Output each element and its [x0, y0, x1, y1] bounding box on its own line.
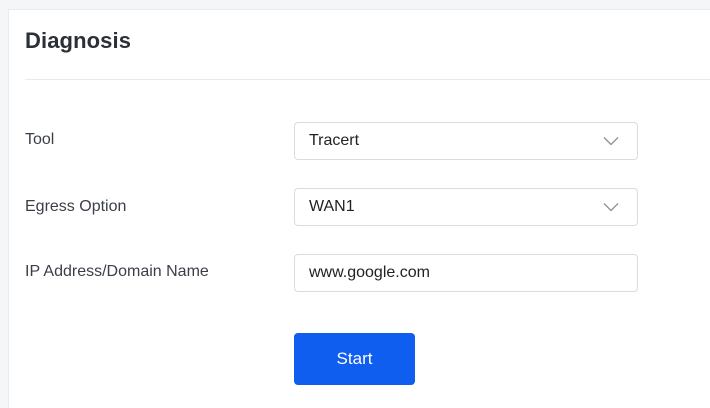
chevron-down-icon: [599, 129, 623, 153]
start-button[interactable]: Start: [294, 333, 415, 385]
tool-label: Tool: [25, 131, 55, 148]
page-title: Diagnosis: [25, 28, 132, 53]
title-divider: [25, 79, 710, 80]
tool-select[interactable]: Tracert: [294, 122, 638, 160]
chevron-down-icon: [599, 195, 623, 219]
address-input[interactable]: [294, 254, 638, 292]
diagnosis-panel: Diagnosis Tool Tracert Egress Option WAN…: [8, 9, 710, 408]
egress-option-value: WAN1: [309, 198, 355, 215]
tool-select-value: Tracert: [309, 132, 360, 149]
egress-option-label: Egress Option: [25, 198, 127, 215]
egress-option-select[interactable]: WAN1: [294, 188, 638, 226]
address-label: IP Address/Domain Name: [25, 263, 209, 280]
